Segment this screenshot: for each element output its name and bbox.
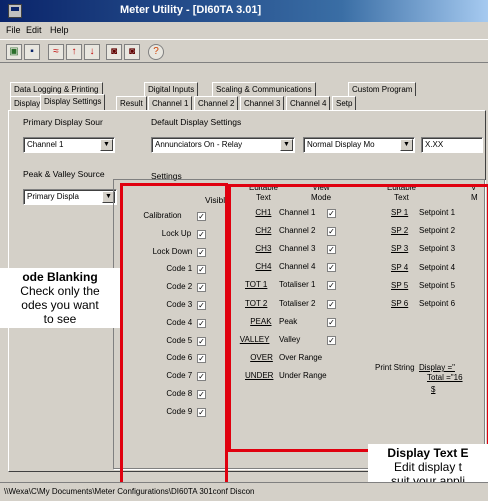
tab-row-2: Display Display Settings Result Channel …: [10, 94, 488, 110]
tab-channel-4[interactable]: Channel 4: [286, 96, 331, 110]
tab-display-settings[interactable]: Display Settings: [40, 94, 106, 110]
tab-result[interactable]: Result: [116, 96, 147, 110]
display-mode-select[interactable]: Normal Display Mo ▼: [303, 137, 415, 153]
annunciators-select[interactable]: Annunciators On - Relay ▼: [151, 137, 295, 153]
primary-display-select[interactable]: Channel 1 ▼: [23, 137, 115, 153]
help-icon[interactable]: ?: [148, 44, 164, 60]
tab-scaling[interactable]: Scaling & Communications: [212, 82, 316, 96]
meter-write-icon[interactable]: ◙: [124, 44, 140, 60]
menu-edit[interactable]: Edit: [26, 25, 42, 35]
default-display-label: Default Display Settings: [151, 117, 242, 127]
tab-custom-program[interactable]: Custom Program: [348, 82, 417, 96]
chevron-down-icon[interactable]: ▼: [400, 139, 413, 151]
window-title: Meter Utility - [DI60TA 3.01]: [120, 4, 262, 16]
title-bar: Meter Utility - [DI60TA 3.01]: [0, 0, 488, 22]
open-icon[interactable]: ▣: [6, 44, 22, 60]
peak-valley-label: Peak & Valley Source: [23, 169, 105, 179]
peak-valley-select[interactable]: Primary Displa ▼: [23, 189, 117, 205]
status-bar: \\Wexa\C\My Documents\Meter Configuratio…: [0, 482, 488, 501]
display-text-line-1: Edit display t: [393, 460, 463, 474]
primary-display-label: Primary Display Sour: [23, 117, 103, 127]
toolbar: ▣ ▪ ≈ ↑ ↓ ◙ ◙ ?: [0, 41, 488, 63]
download-icon[interactable]: ↓: [84, 44, 100, 60]
wave-icon[interactable]: ≈: [48, 44, 64, 60]
display-text-highlight: [228, 184, 488, 452]
code-blanking-line-3: to see: [43, 312, 77, 326]
status-path: \\Wexa\C\My Documents\Meter Configuratio…: [4, 487, 255, 496]
format-select[interactable]: X.XX: [421, 137, 483, 153]
code-blanking-line-1: Check only the: [20, 284, 100, 298]
peak-valley-value: Primary Displa: [27, 192, 80, 201]
save-icon[interactable]: ▪: [24, 44, 40, 60]
code-blanking-highlight: [120, 183, 228, 495]
primary-display-value: Channel 1: [27, 140, 64, 149]
display-mode-value: Normal Display Mo: [307, 140, 375, 149]
code-blanking-callout: ode Blanking Check only the odes you wan…: [0, 268, 120, 328]
meter-read-icon[interactable]: ◙: [106, 44, 122, 60]
tab-setpoints[interactable]: Setp: [332, 96, 357, 110]
tab-channel-1[interactable]: Channel 1: [148, 96, 193, 110]
chevron-down-icon[interactable]: ▼: [100, 139, 113, 151]
annunciators-value: Annunciators On - Relay: [155, 140, 243, 149]
display-text-title: Display Text E: [387, 446, 469, 460]
tab-channel-3[interactable]: Channel 3: [240, 96, 285, 110]
code-blanking-title: ode Blanking: [22, 270, 98, 284]
menu-help[interactable]: Help: [50, 25, 69, 35]
chevron-down-icon[interactable]: ▼: [280, 139, 293, 151]
tab-digital-inputs[interactable]: Digital Inputs: [144, 82, 199, 96]
menu-bar: File Edit Help: [0, 22, 488, 40]
menu-file[interactable]: File: [6, 25, 21, 35]
tab-channel-2[interactable]: Channel 2: [194, 96, 239, 110]
upload-icon[interactable]: ↑: [66, 44, 82, 60]
code-blanking-line-2: odes you want: [21, 298, 99, 312]
app-icon[interactable]: [8, 4, 22, 18]
format-value: X.XX: [425, 140, 444, 149]
